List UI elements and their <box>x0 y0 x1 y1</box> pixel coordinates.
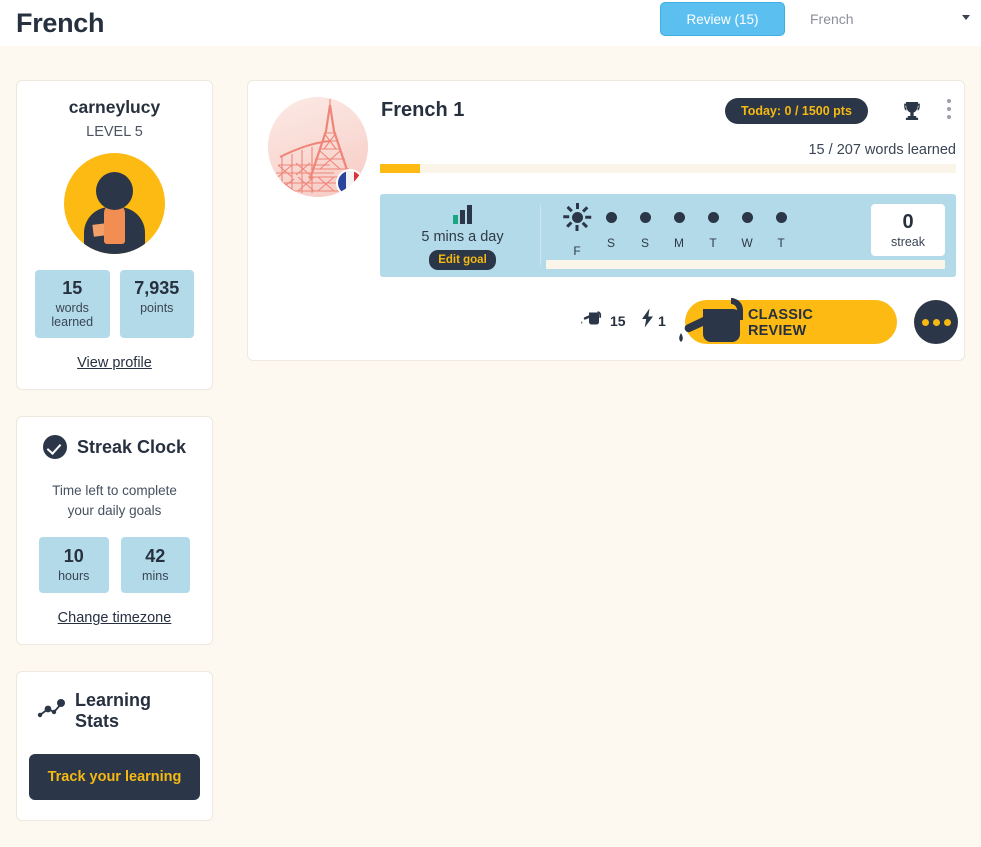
course-progress-bar <box>380 164 956 173</box>
bar-chart-icon <box>397 205 528 224</box>
avatar-head <box>96 172 133 210</box>
week-day-label: T <box>709 236 717 250</box>
stat-label: words learned <box>51 301 94 329</box>
streak-clock-subtitle: Time left to complete your daily goals <box>52 483 177 518</box>
stat-value: 7,935 <box>134 278 180 298</box>
course-actions: 15 1 CLASSIC REVIEW <box>248 293 966 353</box>
course-title: French 1 <box>381 99 465 121</box>
streak-hours-label: hours <box>58 569 90 583</box>
watering-can-icon <box>578 308 604 333</box>
stat-points: 7,935 points <box>119 270 194 338</box>
streak-mins: 42 mins <box>120 537 190 593</box>
view-profile-link[interactable]: View profile <box>29 355 200 371</box>
course-thumbnail <box>268 97 368 197</box>
week-day-1: S <box>594 206 628 258</box>
stat-words-learned: 15 words learned <box>35 270 110 338</box>
profile-card: carneylucy LEVEL 5 15 words learned 7,93… <box>16 80 213 390</box>
avatar-scarf <box>104 204 125 244</box>
words-learned-label: 15 / 207 words learned <box>808 142 956 158</box>
week-day-5: W <box>730 206 764 258</box>
streak-clock-title: Streak Clock <box>76 436 187 457</box>
streak-clock-units: 10 hours 42 mins <box>39 537 190 593</box>
streak-mins-value: 42 <box>145 546 166 566</box>
page-title: French <box>16 8 105 38</box>
french-flag-icon <box>336 169 364 197</box>
stat-value: 15 <box>62 278 83 298</box>
daily-goal-panel: 5 mins a day Edit goal F S S M T W T 0 streak <box>380 194 956 277</box>
track-your-learning-button[interactable]: Track your learning <box>29 754 200 800</box>
week-day-2: S <box>628 206 662 258</box>
week-day-3: M <box>662 206 696 258</box>
streak-box: 0 streak <box>871 204 945 256</box>
scatter-chart-icon <box>37 698 65 724</box>
language-selector-value: French <box>810 11 854 27</box>
today-sun-icon <box>563 203 592 231</box>
week-day-label: S <box>640 236 649 250</box>
daily-goal-text: 5 mins a day <box>421 229 504 245</box>
week-day-label: T <box>777 236 785 250</box>
classic-review-line1: CLASSIC <box>748 307 814 323</box>
username: carneylucy <box>68 97 161 117</box>
week-day-label: W <box>741 236 753 250</box>
water-count: 15 <box>578 308 626 333</box>
lightning-bolt-icon <box>640 308 655 333</box>
change-timezone-link[interactable]: Change timezone <box>29 610 200 626</box>
trophy-icon[interactable] <box>900 99 924 128</box>
week-day-label: M <box>674 236 684 250</box>
learning-stats-title: Learning Stats <box>75 690 152 731</box>
today-points-badge[interactable]: Today: 0 / 1500 pts <box>725 98 868 124</box>
streak-clock-header: Streak Clock <box>29 435 200 459</box>
daily-goal-progress-bar <box>546 260 945 269</box>
bolt-count-value: 1 <box>658 312 666 329</box>
week-day-6: T <box>764 206 798 258</box>
day-dot-icon <box>639 212 651 223</box>
review-button[interactable]: Review (15) <box>660 2 785 36</box>
week-day-label: S <box>606 236 615 250</box>
sidebar: carneylucy LEVEL 5 15 words learned 7,93… <box>16 80 213 847</box>
language-selector[interactable]: French <box>800 2 980 36</box>
classic-review-watering-can-icon <box>675 293 751 356</box>
panel-divider <box>540 205 541 265</box>
streak-value: 0 <box>902 211 914 233</box>
streak-label: streak <box>890 235 926 249</box>
edit-goal-button[interactable]: Edit goal <box>429 250 496 270</box>
streak-hours-value: 10 <box>63 546 84 566</box>
more-review-options-button[interactable] <box>914 300 958 344</box>
top-bar: French Review (15) French <box>0 0 981 46</box>
streak-clock-card: Streak Clock Time left to complete your … <box>16 416 213 645</box>
classic-review-label: CLASSIC REVIEW <box>748 307 813 339</box>
daily-goal-summary: 5 mins a day Edit goal <box>397 205 528 270</box>
week-day-0: F <box>560 203 594 258</box>
course-progress-fill <box>380 164 421 173</box>
course-options-menu[interactable] <box>947 99 951 123</box>
chevron-down-icon <box>962 15 970 20</box>
day-dot-icon <box>707 212 719 223</box>
day-dot-icon <box>673 212 685 223</box>
streak-mins-label: mins <box>142 569 169 583</box>
streak-hours: 10 hours <box>39 537 109 593</box>
stat-label: points <box>140 301 174 315</box>
day-dot-icon <box>741 212 753 223</box>
course-card: French 1 Today: 0 / 1500 pts 15 / 207 wo… <box>247 80 965 361</box>
learning-stats-card: Learning Stats Track your learning <box>16 671 213 821</box>
learning-stats-header: Learning Stats <box>29 690 200 732</box>
classic-review-line2: REVIEW <box>748 323 807 339</box>
check-circle-icon <box>42 435 67 459</box>
profile-stats: 15 words learned 7,935 points <box>35 270 194 338</box>
water-count-value: 15 <box>610 312 626 329</box>
user-level: LEVEL 5 <box>86 124 143 140</box>
bolt-count: 1 <box>640 308 666 333</box>
week-day-4: T <box>696 206 730 258</box>
week-day-label: F <box>573 244 581 258</box>
day-dot-icon <box>605 212 617 223</box>
day-dot-icon <box>775 212 787 223</box>
avatar <box>64 153 165 254</box>
week-day-tracker: FSSMTWT <box>560 203 798 258</box>
